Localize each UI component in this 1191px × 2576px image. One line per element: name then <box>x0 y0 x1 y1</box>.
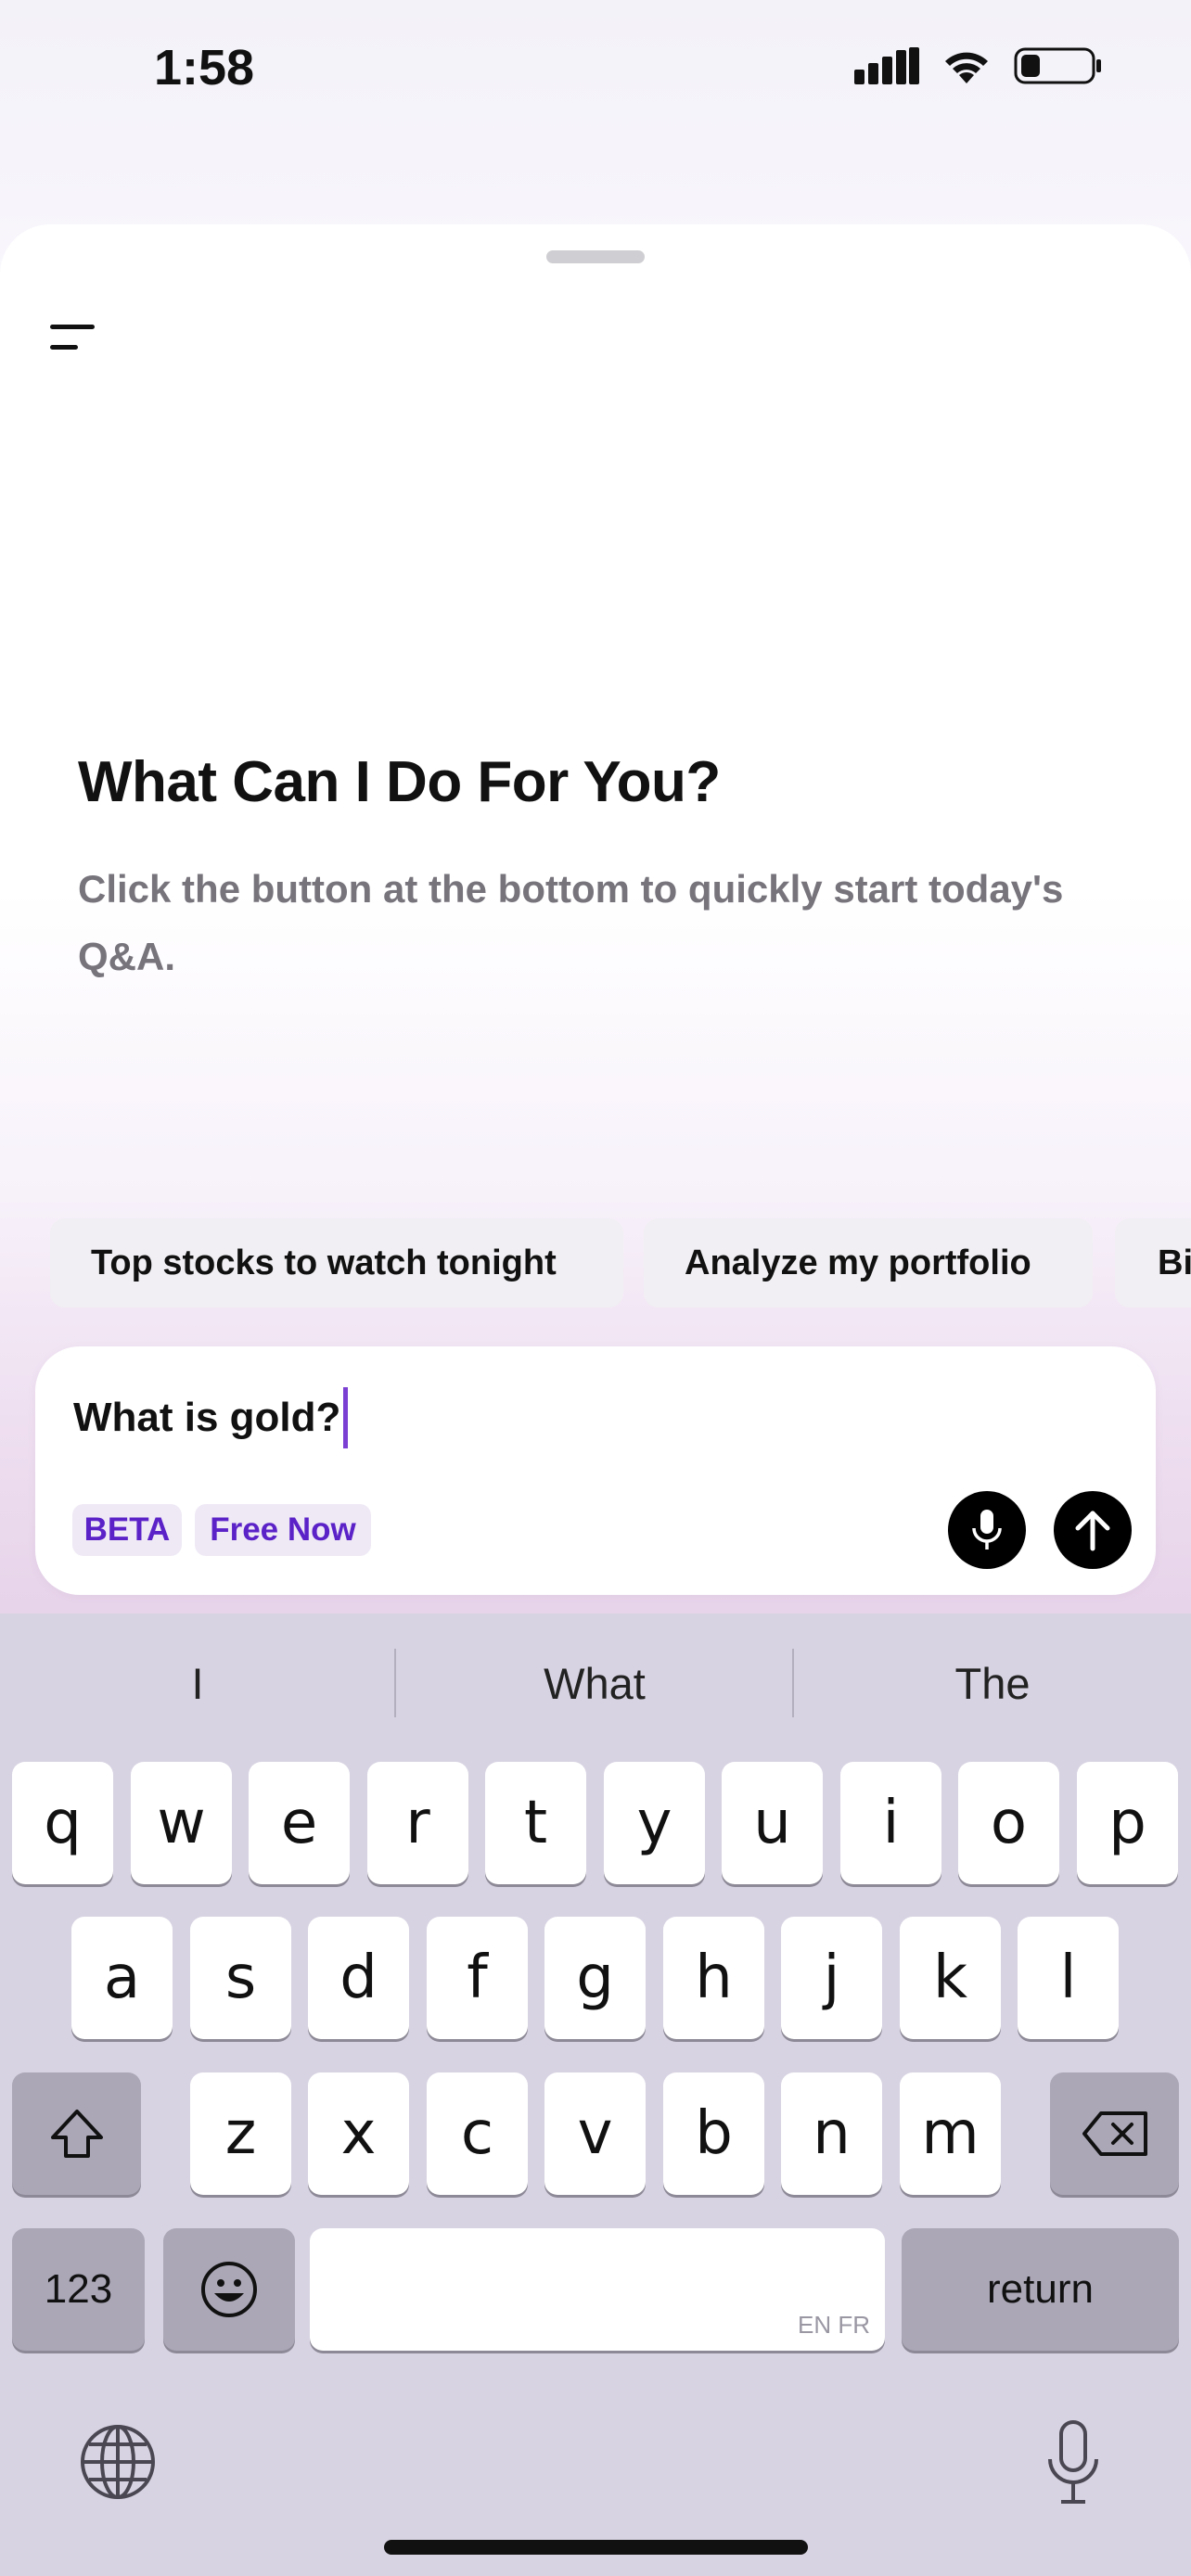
key-b[interactable]: b <box>663 2072 764 2195</box>
key-e[interactable]: e <box>249 1762 350 1884</box>
menu-icon-line-top <box>50 325 95 329</box>
key-y[interactable]: y <box>604 1762 705 1884</box>
globe-icon <box>81 2425 155 2499</box>
chip-label: Top stocks to watch tonight <box>91 1243 557 1282</box>
key-r[interactable]: r <box>367 1762 468 1884</box>
page-subtitle: Click the button at the bottom to quickl… <box>78 867 1064 978</box>
suggestion-chip[interactable]: Analyze my portfolio <box>644 1218 1093 1307</box>
text-caret <box>343 1387 349 1448</box>
key-n[interactable]: n <box>781 2072 882 2195</box>
send-button[interactable] <box>1054 1491 1132 1569</box>
message-input-value: What is gold? <box>73 1395 341 1440</box>
key-k[interactable]: k <box>900 1917 1001 2039</box>
numbers-key[interactable]: 123 <box>12 2228 145 2351</box>
space-language-hint: EN FR <box>798 2311 870 2339</box>
key-c[interactable]: c <box>427 2072 528 2195</box>
key-g[interactable]: g <box>544 1917 646 2039</box>
shift-icon <box>50 2110 103 2158</box>
key-h[interactable]: h <box>663 1917 764 2039</box>
shift-key[interactable] <box>12 2072 141 2195</box>
prediction-item[interactable]: The <box>794 1651 1191 1715</box>
key-j[interactable]: j <box>781 1917 882 2039</box>
key-v[interactable]: v <box>544 2072 646 2195</box>
key-z[interactable]: z <box>190 2072 291 2195</box>
backspace-icon <box>1082 2111 1147 2156</box>
space-bar[interactable]: EN FR <box>310 2228 885 2351</box>
key-l[interactable]: l <box>1018 1917 1119 2039</box>
suggestion-chip[interactable]: Top stocks to watch tonight <box>50 1218 623 1307</box>
key-d[interactable]: d <box>308 1917 409 2039</box>
key-w[interactable]: w <box>131 1762 232 1884</box>
app-screen: 1:58 What Can I Do For You? Click the bu… <box>0 0 1191 2576</box>
key-x[interactable]: x <box>308 2072 409 2195</box>
key-o[interactable]: o <box>958 1762 1059 1884</box>
chip-label: Analyze my portfolio <box>685 1243 1031 1282</box>
chip-label: Bi <box>1158 1243 1191 1282</box>
voice-input-button[interactable] <box>948 1491 1026 1569</box>
prediction-item[interactable]: What <box>396 1651 793 1715</box>
page-title: What Can I Do For You? <box>78 750 721 814</box>
cellular-signal-icon <box>854 47 919 84</box>
chat-composer: What is gold? BETA Free Now <box>35 1346 1156 1595</box>
globe-key[interactable] <box>78 2422 158 2502</box>
battery-icon <box>1014 47 1101 84</box>
menu-icon-line-bottom <box>50 345 78 350</box>
status-time: 1:58 <box>154 40 255 96</box>
delete-key[interactable] <box>1050 2072 1179 2195</box>
return-key[interactable]: return <box>902 2228 1179 2351</box>
prediction-item[interactable]: I <box>0 1651 395 1715</box>
wifi-icon <box>945 52 988 83</box>
arrow-up-icon <box>1075 1511 1110 1551</box>
microphone-icon <box>1048 2420 1098 2504</box>
sheet-grabber[interactable] <box>546 250 645 263</box>
suggestion-chips: Top stocks to watch tonight Analyze my p… <box>50 1218 1191 1307</box>
emoji-icon <box>201 2262 257 2317</box>
emoji-key[interactable] <box>163 2228 295 2351</box>
status-icons <box>854 46 1103 85</box>
key-m[interactable]: m <box>900 2072 1001 2195</box>
key-p[interactable]: p <box>1077 1762 1178 1884</box>
message-input[interactable]: What is gold? <box>73 1387 349 1448</box>
microphone-icon <box>972 1510 1002 1549</box>
key-q[interactable]: q <box>12 1762 113 1884</box>
suggestion-chip[interactable]: Bi <box>1115 1218 1191 1307</box>
key-i[interactable]: i <box>840 1762 941 1884</box>
key-s[interactable]: s <box>190 1917 291 2039</box>
key-a[interactable]: a <box>71 1917 173 2039</box>
key-f[interactable]: f <box>427 1917 528 2039</box>
key-u[interactable]: u <box>722 1762 823 1884</box>
menu-button[interactable] <box>46 315 106 362</box>
beta-badge: BETA <box>72 1504 182 1556</box>
free-now-badge: Free Now <box>195 1504 371 1556</box>
key-t[interactable]: t <box>485 1762 586 1884</box>
home-indicator <box>384 2540 808 2555</box>
dictation-key[interactable] <box>1043 2418 1104 2507</box>
